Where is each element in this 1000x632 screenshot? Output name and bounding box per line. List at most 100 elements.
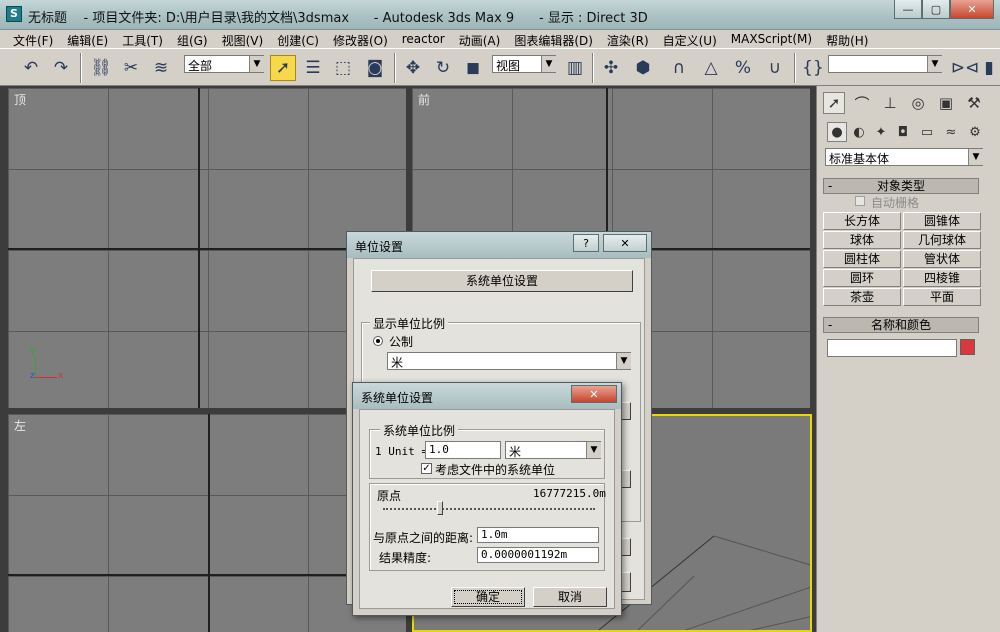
unit-type-dropdown[interactable]: 米 ▼: [505, 441, 601, 459]
geosphere-button[interactable]: 几何球体: [903, 231, 981, 249]
bind-space-warp-icon[interactable]: ≋: [148, 55, 174, 81]
menu-create[interactable]: 创建(C): [270, 30, 326, 48]
cameras-icon[interactable]: ◘: [893, 122, 913, 142]
redo-icon[interactable]: ↷: [48, 55, 74, 81]
system-unit-setup-button[interactable]: 系统单位设置: [371, 270, 633, 292]
select-and-move-icon[interactable]: ✥: [400, 55, 426, 81]
origin-label: 原点: [377, 489, 402, 503]
name-color-title: 名称和颜色: [870, 318, 931, 332]
menu-animation[interactable]: 动画(A): [452, 30, 508, 48]
menu-group[interactable]: 组(G): [170, 30, 215, 48]
viewport-label-front[interactable]: 前: [418, 91, 430, 108]
system-dialog-close-button[interactable]: ✕: [571, 385, 617, 403]
menu-reactor[interactable]: reactor: [395, 30, 452, 48]
create-tab-icon[interactable]: ➚: [823, 92, 845, 114]
cylinder-button[interactable]: 圆柱体: [823, 250, 901, 268]
systems-icon[interactable]: ⚙: [965, 122, 985, 142]
select-and-rotate-icon[interactable]: ↻: [430, 55, 456, 81]
selection-filter-value: 全部: [188, 59, 213, 73]
maximize-button[interactable]: ▢: [922, 0, 950, 19]
unit-prefix-label: 1 Unit =: [375, 445, 428, 458]
menu-maxscript[interactable]: MAXScript(M): [724, 30, 819, 48]
spinner-snap-icon[interactable]: ∪: [762, 55, 788, 81]
toolbar-separator: [394, 53, 396, 83]
box-button[interactable]: 长方体: [823, 212, 901, 230]
metric-unit-dropdown[interactable]: 米 ▼: [387, 352, 631, 370]
minimize-button[interactable]: —: [894, 0, 922, 19]
menu-customize[interactable]: 自定义(U): [656, 30, 724, 48]
edit-named-selection-icon[interactable]: {}: [800, 55, 826, 81]
window-controls: — ▢ ✕: [894, 0, 994, 20]
axis-z-label: z: [30, 371, 35, 381]
menu-tools[interactable]: 工具(T): [115, 30, 170, 48]
select-and-link-icon[interactable]: ⛓: [88, 55, 114, 81]
select-by-name-icon[interactable]: ☰: [300, 55, 326, 81]
viewport-label-left[interactable]: 左: [14, 417, 26, 434]
selection-filter-dropdown[interactable]: 全部 ▼: [184, 55, 264, 73]
help-button[interactable]: ?: [573, 234, 599, 252]
menu-graph-editors[interactable]: 图表编辑器(D): [507, 30, 600, 48]
mirror-icon[interactable]: ⊳⊲: [951, 55, 980, 81]
pyramid-button[interactable]: 四棱锥: [903, 269, 981, 287]
sphere-button[interactable]: 球体: [823, 231, 901, 249]
rectangular-selection-icon[interactable]: ⬚: [330, 55, 356, 81]
torus-button[interactable]: 圆环: [823, 269, 901, 287]
menu-help[interactable]: 帮助(H): [819, 30, 875, 48]
origin-slider-thumb[interactable]: [437, 501, 444, 515]
angle-snap-icon[interactable]: △: [698, 55, 724, 81]
shapes-icon[interactable]: ◐: [849, 122, 869, 142]
unlink-icon[interactable]: ✂: [118, 55, 144, 81]
hierarchy-tab-icon[interactable]: ⊥: [879, 92, 901, 114]
metric-radio[interactable]: [373, 336, 383, 346]
menu-rendering[interactable]: 渲染(R): [600, 30, 656, 48]
units-dialog-close-button[interactable]: ✕: [603, 234, 647, 252]
modify-tab-icon[interactable]: ⌒: [851, 92, 873, 114]
pivot-center-icon[interactable]: ▥: [562, 55, 588, 81]
app-icon[interactable]: S: [6, 6, 22, 22]
ok-button[interactable]: 确定: [451, 587, 525, 607]
object-color-swatch[interactable]: [960, 339, 975, 355]
cone-button[interactable]: 圆锥体: [903, 212, 981, 230]
reference-coordinate-dropdown[interactable]: 视图 ▼: [492, 55, 556, 73]
named-selection-dropdown[interactable]: ▼: [828, 55, 942, 73]
tube-button[interactable]: 管状体: [903, 250, 981, 268]
snap-toggle-icon[interactable]: ∩: [666, 55, 692, 81]
display-tab-icon[interactable]: ▣: [935, 92, 957, 114]
select-object-icon[interactable]: ➚: [270, 55, 296, 81]
manipulate-icon[interactable]: ✣: [598, 55, 624, 81]
chevron-down-icon: ▼: [927, 56, 942, 72]
object-category-dropdown[interactable]: 标准基本体 ▼: [825, 148, 983, 166]
percent-snap-icon[interactable]: %: [730, 55, 756, 81]
utilities-tab-icon[interactable]: ⚒: [963, 92, 985, 114]
object-name-input[interactable]: [827, 339, 957, 357]
unit-value-input[interactable]: 1.0: [425, 441, 501, 459]
select-and-scale-icon[interactable]: ◼: [460, 55, 486, 81]
menu-file[interactable]: 文件(F): [6, 30, 60, 48]
distance-value-field: 1.0m: [477, 527, 599, 543]
menu-modifiers[interactable]: 修改器(O): [326, 30, 395, 48]
undo-icon[interactable]: ↶: [18, 55, 44, 81]
menu-edit[interactable]: 编辑(E): [60, 30, 115, 48]
radio-dot: [376, 339, 380, 343]
lights-icon[interactable]: ✦: [871, 122, 891, 142]
keyboard-shortcut-override-icon[interactable]: ⬢: [630, 55, 656, 81]
align-icon[interactable]: ▮: [976, 55, 1000, 81]
helpers-icon[interactable]: ▭: [917, 122, 937, 142]
object-type-rollout-header[interactable]: - 对象类型: [823, 178, 979, 194]
chevron-down-icon: ▼: [968, 149, 983, 165]
respect-system-units-checkbox[interactable]: ✓: [421, 463, 432, 474]
cancel-button[interactable]: 取消: [533, 587, 607, 607]
geometry-icon[interactable]: ●: [827, 122, 847, 142]
teapot-button[interactable]: 茶壶: [823, 288, 901, 306]
menu-views[interactable]: 视图(V): [215, 30, 271, 48]
origin-slider-track[interactable]: [383, 508, 595, 510]
plane-button[interactable]: 平面: [903, 288, 981, 306]
motion-tab-icon[interactable]: ◎: [907, 92, 929, 114]
name-color-rollout-header[interactable]: - 名称和颜色: [823, 317, 979, 333]
autogrid-checkbox[interactable]: [855, 196, 865, 206]
unit-type-value: 米: [509, 445, 522, 459]
space-warps-icon[interactable]: ≈: [941, 122, 961, 142]
close-button[interactable]: ✕: [950, 0, 994, 19]
window-crossing-icon[interactable]: ◙: [362, 55, 388, 81]
viewport-label-top[interactable]: 顶: [14, 91, 26, 108]
